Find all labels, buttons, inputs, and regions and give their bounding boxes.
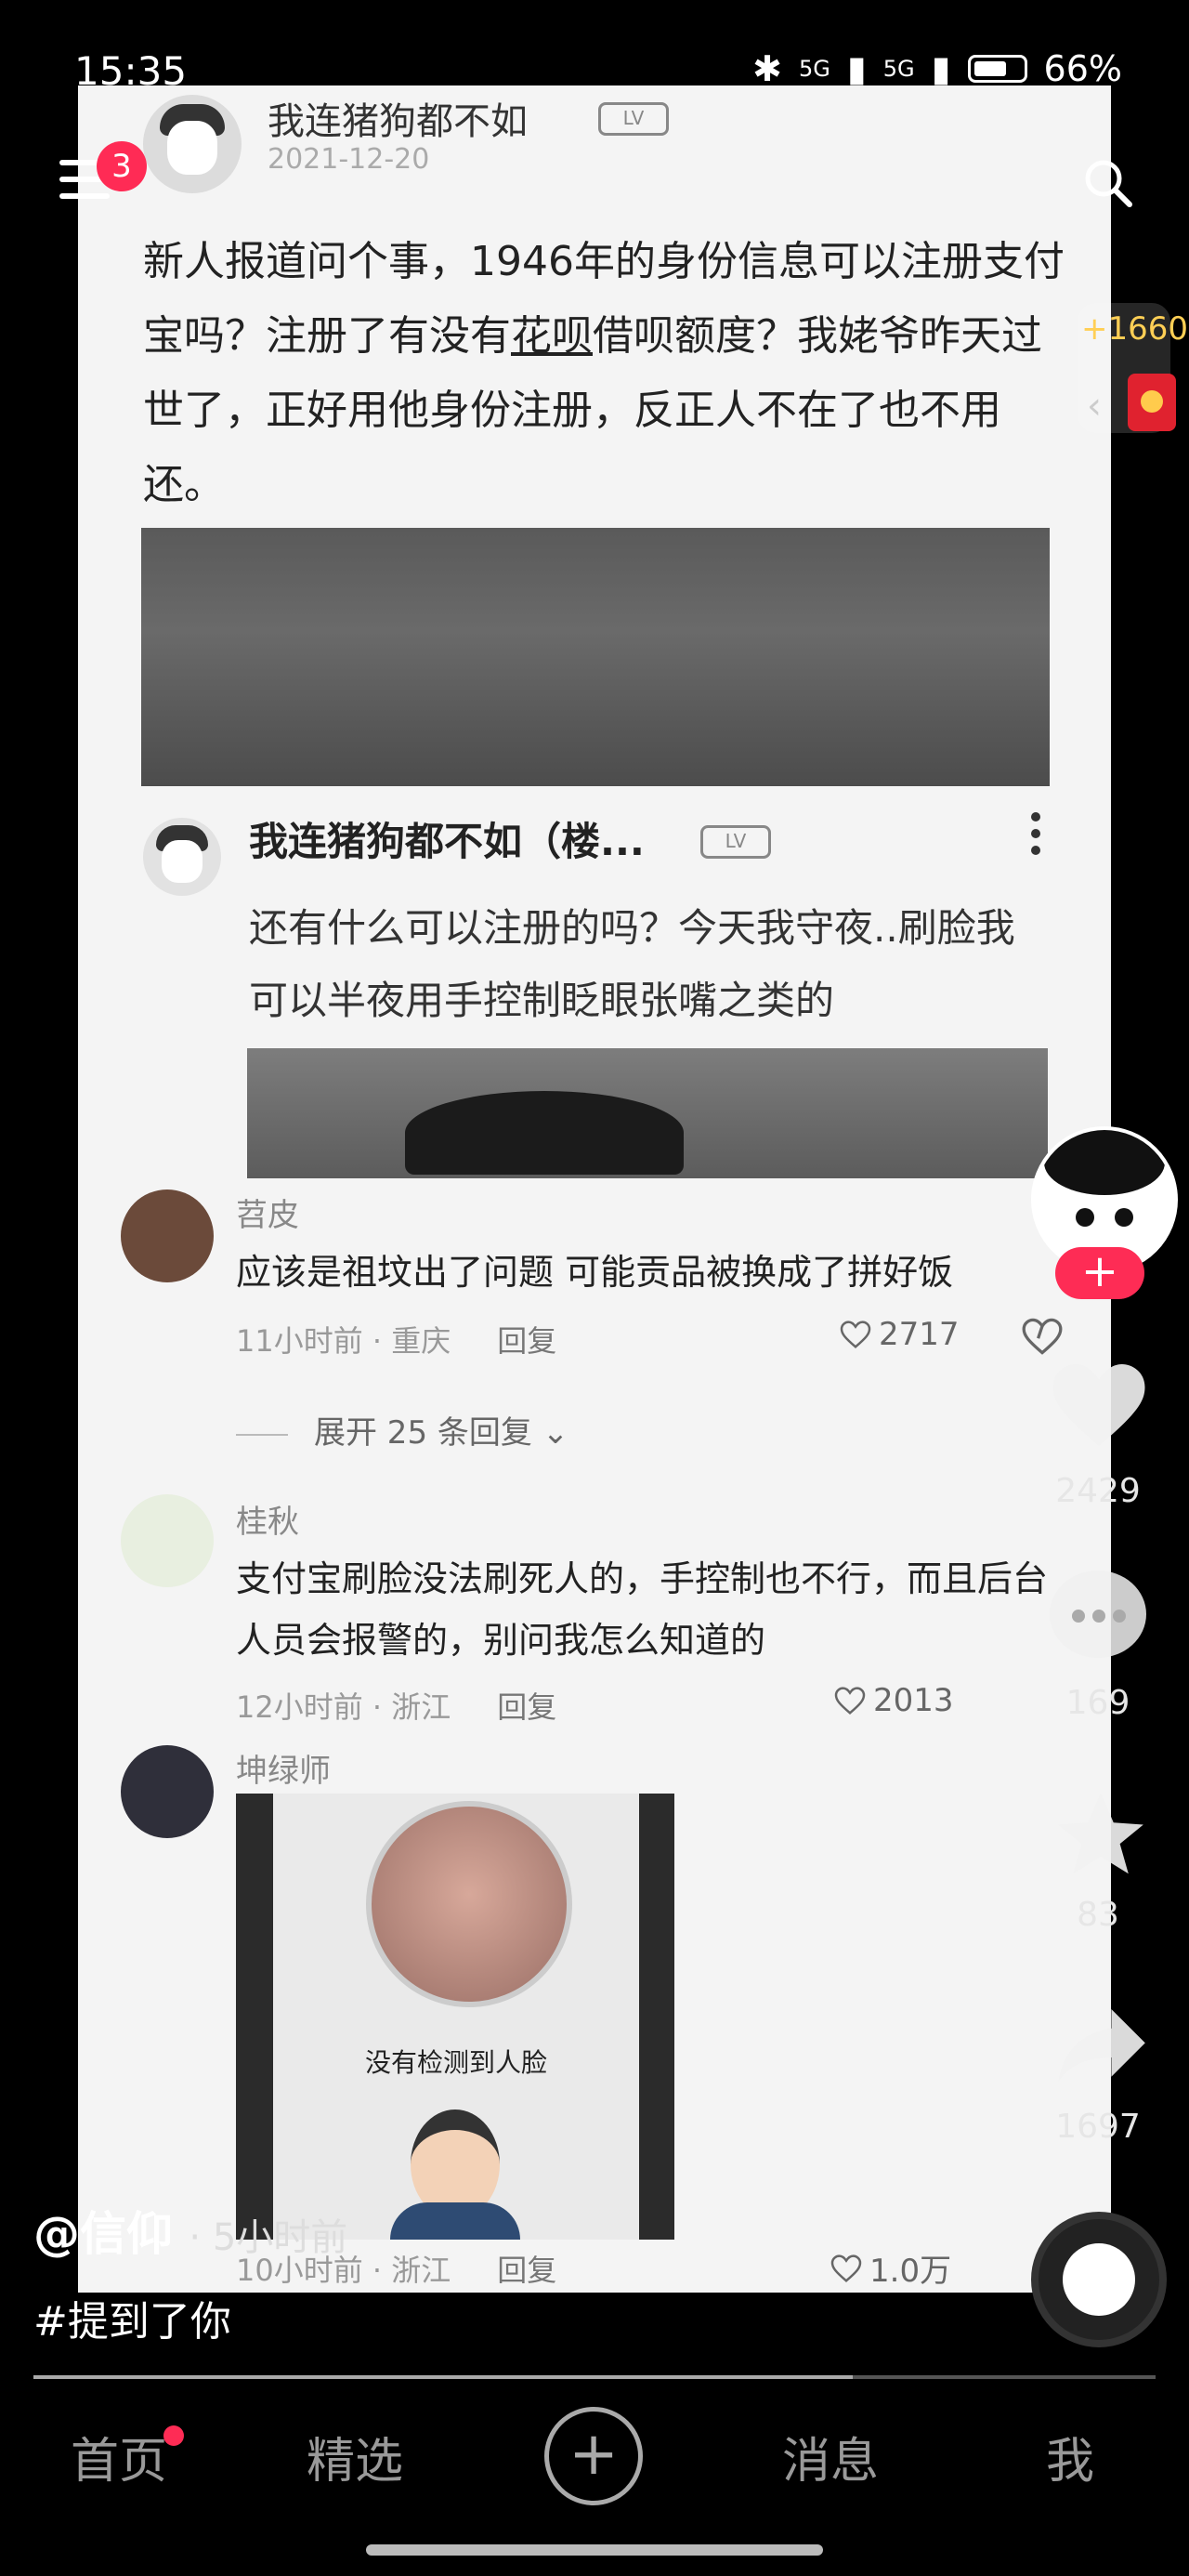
dislike-icon-1[interactable] xyxy=(1022,1318,1063,1359)
author-time: · 5小时前 xyxy=(189,2216,348,2259)
heart-outline-icon-2 xyxy=(834,1687,866,1715)
nav-me[interactable]: 我 xyxy=(1046,2422,1094,2491)
battery-percent: 66% xyxy=(1043,48,1122,89)
nav-home-dot xyxy=(163,2425,184,2446)
notification-badge: 3 xyxy=(97,141,147,191)
like-icon[interactable] xyxy=(1048,1359,1150,1452)
create-button[interactable]: + xyxy=(544,2407,643,2505)
network-5g-2: 5G xyxy=(882,56,915,82)
reply-button-2[interactable]: 回复 xyxy=(497,1689,556,1725)
comment-text-1: 应该是祖坟出了问题 可能贡品被换成了拼好饭 xyxy=(236,1252,954,1293)
comment-photo[interactable]: 没有检测到人脸 xyxy=(236,1794,674,2240)
status-icons: ✱ 5G ▮ 5G ▮ 66% xyxy=(752,48,1122,89)
face-scan-circle xyxy=(366,1801,572,2007)
comment-icon[interactable] xyxy=(1050,1571,1146,1658)
comment-text-2: 支付宝刷脸没法刷死人的，手控制也不行，而且后台人员会报警的，别问我怎么知道的 xyxy=(236,1558,1049,1661)
expand-replies-button[interactable]: 展开 25 条回复 ⌄ xyxy=(236,1407,568,1452)
reply-avatar xyxy=(143,818,221,896)
comment-meta-text-2: 12小时前 · 浙江 xyxy=(236,1689,451,1725)
network-5g-1: 5G xyxy=(798,56,830,82)
music-disc-icon[interactable] xyxy=(1031,2212,1167,2347)
post-avatar xyxy=(143,95,242,193)
favorite-count: 83 xyxy=(1077,1896,1119,1934)
battery-icon xyxy=(967,55,1027,83)
post-date: 2021-12-20 xyxy=(268,143,430,176)
search-icon[interactable] xyxy=(1081,156,1133,208)
nav-home[interactable]: 首页 xyxy=(71,2422,167,2491)
comment-avatar-2[interactable] xyxy=(121,1494,214,1587)
comment-avatar-3[interactable] xyxy=(121,1745,214,1838)
comment-like-count-1: 2717 xyxy=(879,1316,960,1353)
favorite-star-icon[interactable] xyxy=(1050,1784,1152,1886)
red-envelope-icon[interactable] xyxy=(1128,374,1176,431)
expand-replies-label: 展开 25 条回复 xyxy=(314,1414,532,1452)
signal-icon-2: ▮ xyxy=(931,48,951,89)
comment-name-1: 苕皮 xyxy=(236,1197,299,1234)
reply-level-tag: LV xyxy=(700,825,771,859)
reply-body: 还有什么可以注册的吗？今天我守夜..刷脸我可以半夜用手控制眨眼张嘴之类的 xyxy=(249,905,1015,1023)
video-caption[interactable]: #提到了你 xyxy=(33,2288,231,2347)
comment-like-1[interactable]: 2717 xyxy=(840,1316,960,1353)
comment-count: 169 xyxy=(1065,1684,1130,1722)
comment-like-count-3: 1.0万 xyxy=(869,2253,952,2290)
follow-button[interactable]: + xyxy=(1055,1247,1144,1299)
reply-image xyxy=(247,1048,1048,1178)
post-level-tag: LV xyxy=(598,102,669,136)
comment-meta-2: 12小时前 · 浙江 回复 xyxy=(236,1684,556,1727)
progress-fill xyxy=(33,2375,853,2379)
nav-featured[interactable]: 精选 xyxy=(307,2422,403,2491)
post-image xyxy=(141,528,1050,786)
video-progress-bar[interactable] xyxy=(33,2375,1156,2379)
comment-meta-text-1: 11小时前 · 重庆 xyxy=(236,1323,451,1359)
heart-outline-icon xyxy=(840,1321,871,1348)
reply-username: 我连猪狗都不如（楼... xyxy=(249,819,645,864)
share-count: 1697 xyxy=(1055,2108,1141,2146)
share-arrow-icon[interactable] xyxy=(1053,2004,1150,2087)
post-body: 新人报道问个事，1946年的身份信息可以注册支付宝吗？注册了有没有花呗借呗额度？… xyxy=(143,225,1072,522)
redpack-count: +1660 xyxy=(1081,310,1189,348)
post-username: 我连猪狗都不如 xyxy=(268,100,528,143)
comment-like-2[interactable]: 2013 xyxy=(834,1682,954,1719)
photo-caption: 没有检测到人脸 xyxy=(364,2047,547,2078)
author-handle[interactable]: @信仰 xyxy=(33,2207,173,2261)
signal-icon: ▮ xyxy=(846,48,867,89)
comment-meta-1: 11小时前 · 重庆 回复 xyxy=(236,1318,556,1360)
home-indicator[interactable] xyxy=(366,2544,823,2556)
chevron-down-icon: ⌄ xyxy=(542,1414,569,1452)
reply-button-1[interactable]: 回复 xyxy=(497,1323,556,1359)
more-icon xyxy=(1031,812,1042,857)
author-line: @信仰 · 5小时前 xyxy=(33,2197,347,2264)
comment-name-3: 坤绿师 xyxy=(236,1753,331,1790)
comment-avatar-1[interactable] xyxy=(121,1189,214,1282)
post-body-link: 花呗 xyxy=(511,312,593,360)
heart-outline-icon-3 xyxy=(830,2254,862,2282)
chevron-left-icon[interactable]: ‹ xyxy=(1087,385,1102,427)
like-count: 2429 xyxy=(1055,1472,1141,1510)
person-body xyxy=(390,2202,520,2240)
bottom-nav: 首页 精选 + 消息 我 xyxy=(0,2407,1189,2505)
comment-like-3[interactable]: 1.0万 xyxy=(830,2245,951,2291)
bluetooth-icon: ✱ xyxy=(752,48,782,89)
nav-messages[interactable]: 消息 xyxy=(782,2422,879,2491)
comment-like-count-2: 2013 xyxy=(873,1682,954,1719)
reply-button-3[interactable]: 回复 xyxy=(497,2253,556,2288)
comment-name-2: 桂秋 xyxy=(236,1504,299,1541)
